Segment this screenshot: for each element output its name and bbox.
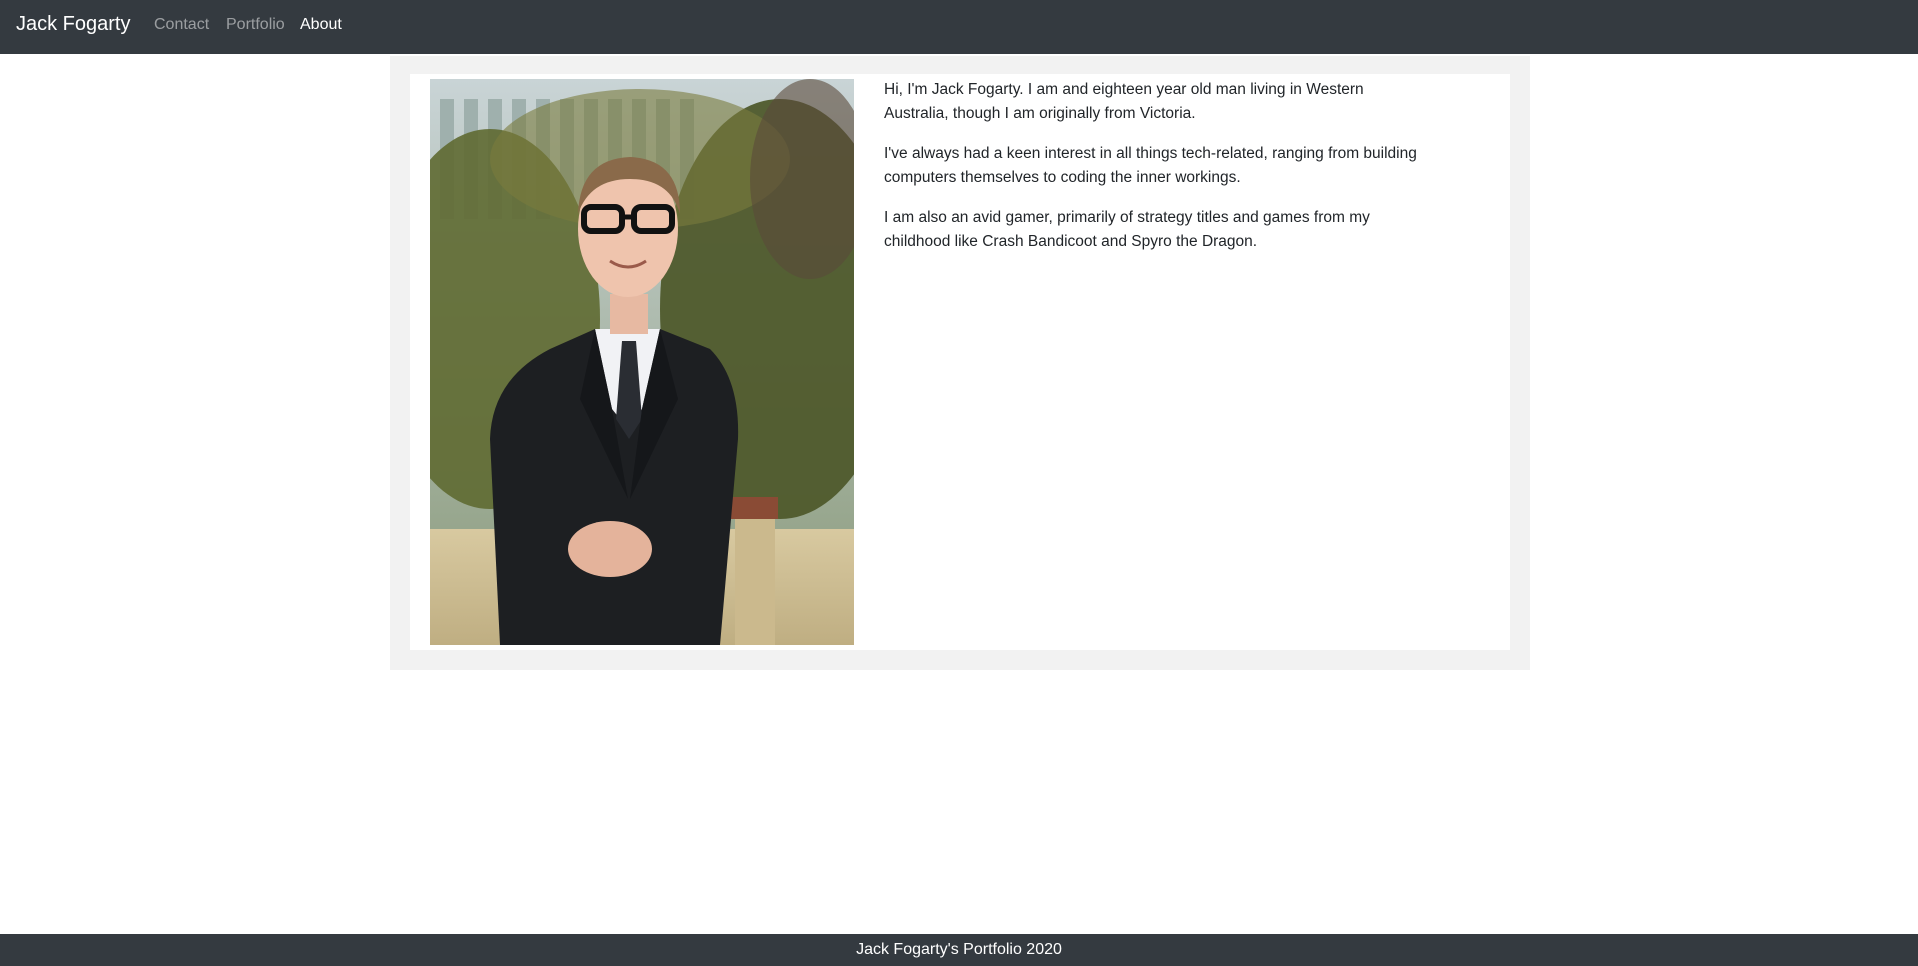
about-panel: Hi, I'm Jack Fogarty. I am and eighteen … [390, 56, 1530, 670]
about-paragraph-1: Hi, I'm Jack Fogarty. I am and eighteen … [884, 81, 1364, 122]
nav-link-portfolio[interactable]: Portfolio [226, 16, 285, 34]
about-card: Hi, I'm Jack Fogarty. I am and eighteen … [410, 74, 1510, 650]
brand-link[interactable]: Jack Fogarty [16, 13, 130, 36]
profile-photo [430, 79, 854, 645]
about-text: Hi, I'm Jack Fogarty. I am and eighteen … [884, 78, 1424, 270]
footer: Jack Fogarty's Portfolio 2020 [0, 934, 1918, 966]
nav-link-about[interactable]: About [300, 16, 342, 34]
navbar: Jack Fogarty Contact Portfolio About [0, 0, 1918, 54]
nav-link-contact[interactable]: Contact [154, 16, 209, 34]
portrait-photo-icon [430, 79, 854, 645]
about-paragraph-3: I am also an avid gamer, primarily of st… [884, 209, 1370, 250]
footer-text: Jack Fogarty's Portfolio 2020 [856, 941, 1062, 958]
about-paragraph-2: I've always had a keen interest in all t… [884, 145, 1417, 186]
